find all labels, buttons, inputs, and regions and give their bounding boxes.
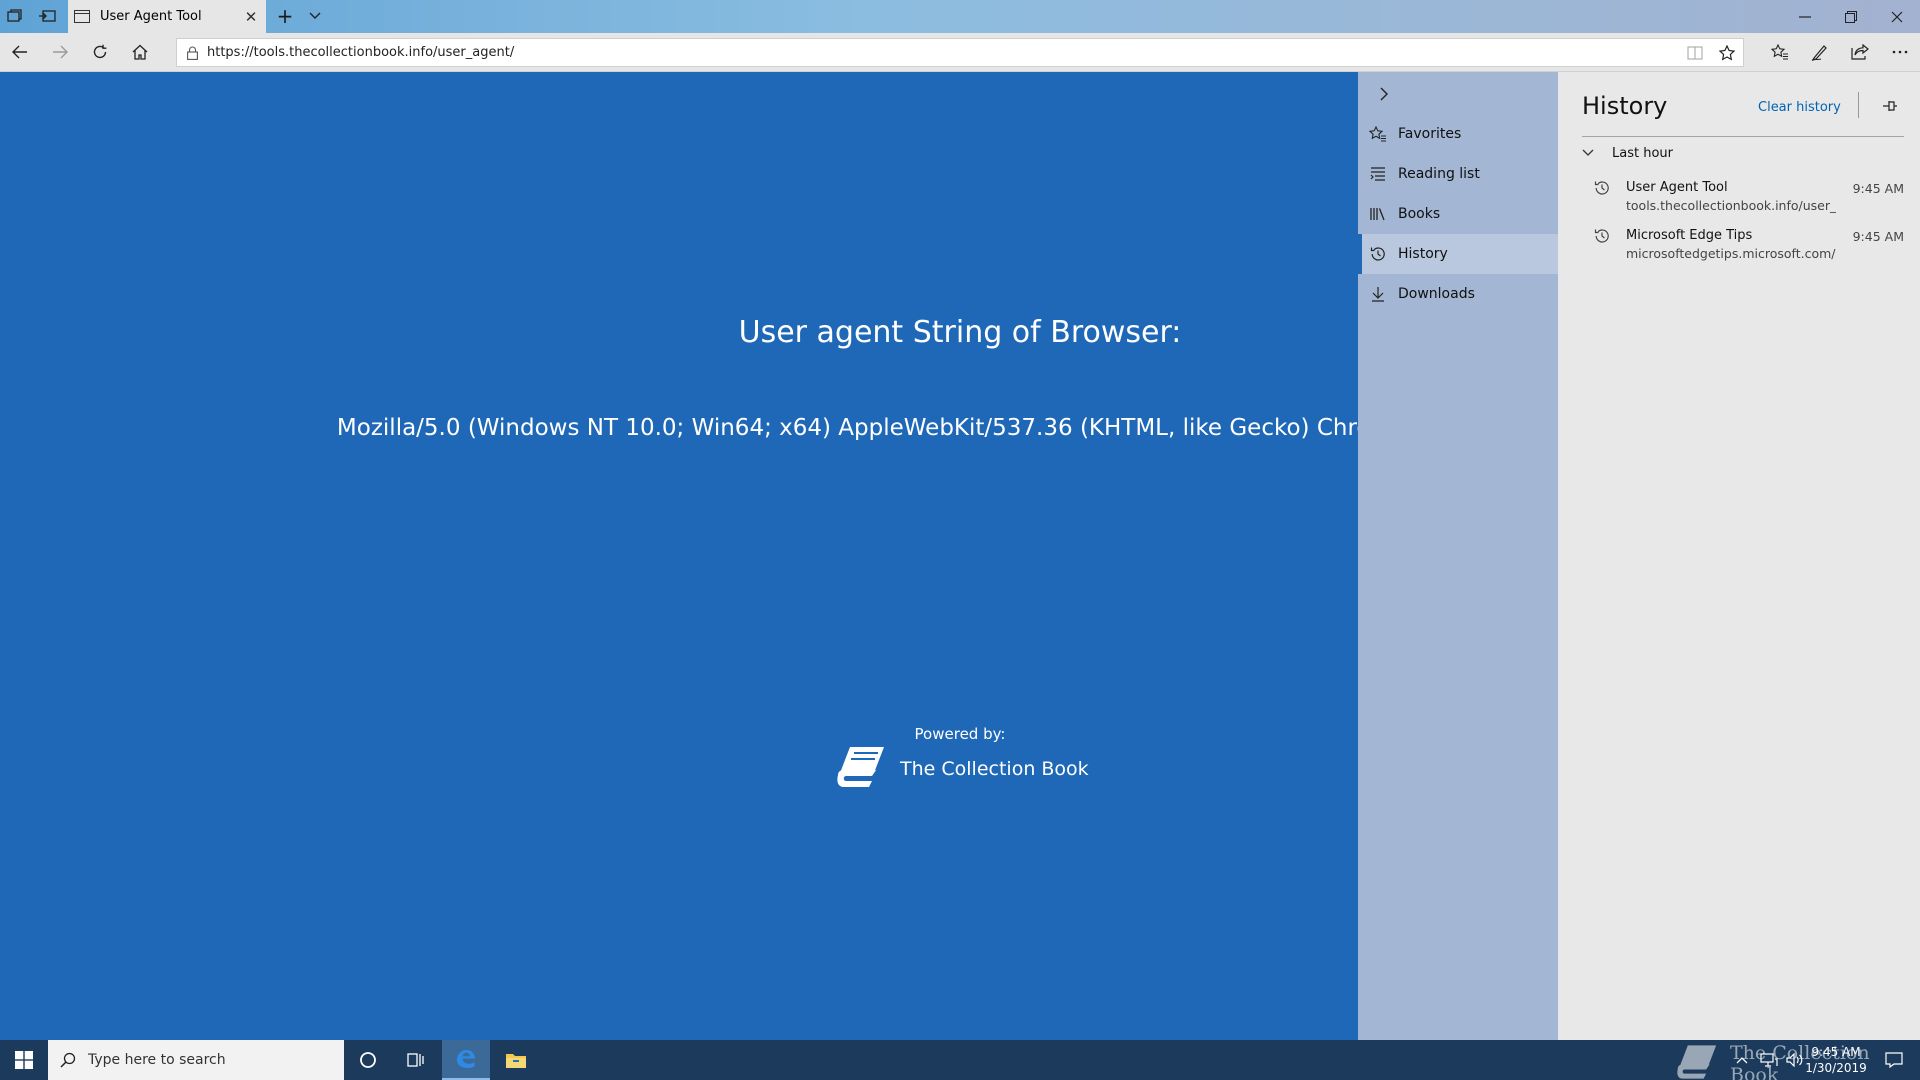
watermark-book-icon <box>1672 1042 1722 1080</box>
hub-favorites-icon[interactable] <box>1764 38 1796 66</box>
task-view-button[interactable] <box>392 1040 440 1080</box>
clock-time: 9:45 AM <box>1811 1045 1861 1059</box>
chevron-down-icon <box>1582 146 1612 161</box>
file-explorer-button[interactable] <box>492 1040 540 1080</box>
tab-list-chevron-icon[interactable] <box>302 3 328 29</box>
hub-item-favorites[interactable]: Favorites <box>1358 114 1558 154</box>
address-url[interactable]: https://tools.thecollectionbook.info/use… <box>207 45 1679 60</box>
close-window-button[interactable] <box>1874 0 1920 33</box>
tab-title: User Agent Tool <box>100 9 202 24</box>
start-button[interactable] <box>0 1040 48 1080</box>
pin-pane-icon[interactable] <box>1878 94 1902 118</box>
edge-browser-icon <box>457 1050 475 1068</box>
clear-history-link[interactable]: Clear history <box>1758 100 1841 115</box>
brand-link[interactable]: The Collection Book <box>834 743 1089 795</box>
hub-item-downloads[interactable]: Downloads <box>1358 274 1558 314</box>
reading-list-icon <box>1358 167 1398 181</box>
pen-notes-icon[interactable] <box>1804 38 1836 66</box>
edge-taskbar-button[interactable] <box>442 1040 490 1080</box>
lock-icon[interactable] <box>177 46 207 60</box>
forward-button[interactable] <box>44 38 76 66</box>
tab-close-icon[interactable]: ✕ <box>236 8 266 26</box>
search-placeholder: Type here to search <box>88 1052 226 1068</box>
history-entry-icon <box>1594 180 1610 200</box>
history-group-last-hour[interactable]: Last hour <box>1582 146 1673 161</box>
title-bar: User Agent Tool ✕ + <box>0 0 1920 33</box>
hub-item-books[interactable]: Books <box>1358 194 1558 234</box>
history-entry-title: User Agent Tool <box>1626 180 1728 195</box>
windows-logo-icon <box>15 1051 33 1069</box>
clock-date: 1/30/2019 <box>1805 1061 1867 1075</box>
new-tab-button[interactable]: + <box>272 3 298 29</box>
hub-item-label: Downloads <box>1398 286 1475 302</box>
reading-view-icon[interactable] <box>1679 45 1711 60</box>
brand-name: The Collection Book <box>900 758 1089 780</box>
history-icon <box>1358 246 1398 262</box>
download-icon <box>1358 286 1398 302</box>
history-entry-time: 9:45 AM <box>1852 229 1904 244</box>
add-favorite-star-icon[interactable] <box>1711 44 1743 61</box>
history-entry-time: 9:45 AM <box>1852 181 1904 196</box>
book-logo-icon <box>834 743 888 795</box>
share-icon[interactable] <box>1844 38 1876 66</box>
history-panel: History Clear history Last hour User Age… <box>1558 72 1920 1040</box>
web-page-content: User agent String of Browser: Mozilla/5.… <box>0 72 1358 1040</box>
history-entry-url: microsoftedgetips.microsoft.com/en <box>1626 246 1836 261</box>
folder-icon <box>506 1054 526 1068</box>
cortana-circle-icon <box>360 1052 376 1068</box>
history-entry[interactable]: User Agent Tool tools.thecollectionbook.… <box>1594 176 1904 220</box>
hub-item-label: Favorites <box>1398 126 1462 142</box>
taskbar: Type here to search The Collection Book … <box>0 1040 1920 1080</box>
collapse-chevron-icon[interactable] <box>1372 82 1396 106</box>
hub-item-history[interactable]: History <box>1358 234 1558 274</box>
history-panel-title: History <box>1582 92 1668 120</box>
system-clock[interactable]: 9:45 AM 1/30/2019 <box>1800 1044 1872 1076</box>
task-view-icon <box>407 1053 424 1067</box>
hub-item-label: Books <box>1398 206 1441 222</box>
tab-actions-icon[interactable] <box>4 6 26 26</box>
history-divider <box>1582 136 1904 137</box>
more-options-icon[interactable] <box>1884 38 1916 66</box>
hub-item-label: Reading list <box>1398 166 1480 182</box>
page-heading: User agent String of Browser: <box>738 315 1182 350</box>
page-icon <box>74 10 90 23</box>
history-group-label: Last hour <box>1612 146 1673 161</box>
home-button[interactable] <box>124 38 156 66</box>
hub-navigation-pane: Favorites Reading list Books History Dow… <box>1358 72 1558 1040</box>
taskbar-search-box[interactable]: Type here to search <box>48 1040 344 1080</box>
hub-item-reading-list[interactable]: Reading list <box>1358 154 1558 194</box>
header-divider <box>1858 92 1859 118</box>
show-hidden-icons-button[interactable] <box>1728 1040 1756 1080</box>
set-tabs-aside-icon[interactable] <box>36 6 58 26</box>
favorites-star-icon <box>1358 126 1398 142</box>
search-icon <box>48 1052 88 1068</box>
cortana-button[interactable] <box>344 1040 392 1080</box>
restore-button[interactable] <box>1828 0 1874 33</box>
minimize-button[interactable] <box>1782 0 1828 33</box>
network-icon[interactable] <box>1756 1040 1782 1080</box>
action-center-button[interactable] <box>1874 1040 1914 1080</box>
notification-icon <box>1885 1052 1903 1068</box>
books-icon <box>1358 207 1398 221</box>
hub-item-label: History <box>1398 246 1448 262</box>
navigation-bar: https://tools.thecollectionbook.info/use… <box>0 33 1920 72</box>
user-agent-string: Mozilla/5.0 (Windows NT 10.0; Win64; x64… <box>336 415 1358 441</box>
history-entry-url: tools.thecollectionbook.info/user_ag <box>1626 198 1836 213</box>
history-entry[interactable]: Microsoft Edge Tips microsoftedgetips.mi… <box>1594 224 1904 268</box>
address-bar[interactable]: https://tools.thecollectionbook.info/use… <box>176 38 1744 67</box>
tab-user-agent-tool[interactable]: User Agent Tool ✕ <box>68 0 266 33</box>
refresh-button[interactable] <box>84 38 116 66</box>
history-entry-title: Microsoft Edge Tips <box>1626 228 1753 243</box>
powered-by-label: Powered by: <box>914 725 1006 743</box>
back-button[interactable] <box>4 38 36 66</box>
chevron-up-icon <box>1736 1057 1748 1064</box>
history-entry-icon <box>1594 228 1610 248</box>
